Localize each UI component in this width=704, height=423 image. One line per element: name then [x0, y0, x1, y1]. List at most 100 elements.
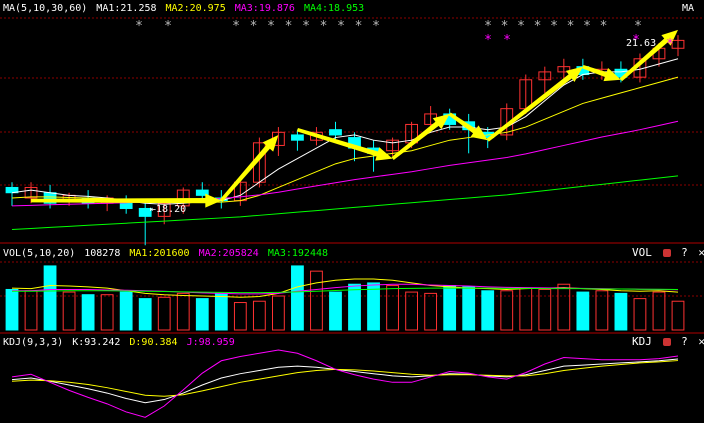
- high-price-label: 21.63: [626, 38, 657, 49]
- volume-bar: [424, 292, 438, 331]
- vol-toolbar: VOL ? ✕: [628, 246, 704, 259]
- trend-arrows: [31, 29, 679, 208]
- trend-arrow: [391, 113, 450, 160]
- volume-bar: [119, 291, 133, 331]
- volume-bar: [157, 296, 171, 331]
- star-marker: *: [503, 33, 511, 48]
- volume-bar: [576, 291, 590, 331]
- volume-bar: [176, 292, 190, 331]
- star-marker: *: [583, 19, 591, 34]
- star-marker: *: [550, 19, 558, 34]
- kdj-lines: [11, 349, 679, 418]
- volume-bar: [443, 285, 457, 331]
- k-value: K:93.242: [72, 337, 121, 348]
- volume-bar: [329, 291, 342, 331]
- volume-bar: [138, 298, 152, 331]
- trend-arrow: [619, 29, 679, 82]
- star-marker: *: [567, 19, 575, 34]
- star-marker: *: [164, 19, 172, 34]
- candle-body: [291, 134, 304, 141]
- volume-bar: [481, 290, 495, 331]
- star-marker: *: [517, 19, 525, 34]
- ma4-value: MA4:18.953: [303, 3, 365, 14]
- star-marker: *: [600, 19, 608, 34]
- star-marker: *: [285, 19, 293, 34]
- price-corner-label: MA: [681, 3, 694, 14]
- volume-bar: [671, 300, 685, 331]
- ma-indicator-label: MA(5,10,30,60): [3, 3, 88, 14]
- star-marker: *: [484, 33, 492, 48]
- arrow-shape: [391, 113, 450, 160]
- volume-bar: [405, 291, 418, 331]
- chart-canvas: * * * * * * * * * * * * * * * * * * * ** * * *: [0, 17, 704, 418]
- d-line: [11, 360, 679, 397]
- volume-bar: [500, 290, 514, 331]
- j-line: [11, 349, 679, 418]
- price-header: MA(5,10,30,60) MA1:21.258 MA2:20.975 MA3:19…: [3, 3, 373, 14]
- ma2-value: MA2:20.975: [165, 3, 226, 14]
- volume-bar: [386, 285, 399, 331]
- vol-value: 108278: [84, 248, 121, 259]
- volume-bar: [633, 298, 647, 331]
- volume-bar: [614, 292, 628, 331]
- low-price-label: ⇤18.20: [150, 204, 187, 215]
- trend-arrow: [486, 66, 583, 142]
- star-marker: *: [302, 19, 310, 34]
- ma1-value: MA1:21.258: [96, 3, 157, 14]
- vol-close-button[interactable]: ✕: [698, 246, 704, 259]
- volume-bar: [43, 265, 57, 331]
- volume-bar: [272, 295, 285, 331]
- star-marker: *: [337, 19, 345, 34]
- arrow-shape: [486, 66, 583, 142]
- star-marker: *: [372, 19, 380, 34]
- volume-bar: [62, 291, 76, 331]
- volume-bar: [652, 291, 666, 331]
- ma-line-ma3: [11, 120, 679, 207]
- volume-bar: [24, 290, 38, 331]
- volume-bar: [195, 298, 209, 331]
- gear-icon[interactable]: [662, 338, 671, 346]
- kdj-close-button[interactable]: ✕: [698, 335, 704, 348]
- trend-arrow: [219, 134, 279, 202]
- volume-bar: [557, 283, 571, 331]
- star-marker: *: [634, 19, 642, 34]
- star-marker: *: [267, 19, 275, 34]
- kdj-toolbar: KDJ ? ✕: [628, 335, 704, 348]
- star-marker: *: [534, 19, 542, 34]
- star-marker: *: [666, 37, 674, 52]
- gear-icon[interactable]: [662, 249, 671, 257]
- volume-bar: [81, 294, 95, 331]
- vol-help-button[interactable]: ?: [681, 246, 688, 259]
- vol-header: VOL(5,10,20) 108278 MA1:201600 MA2:205824 MA…: [3, 248, 337, 259]
- candle-body: [329, 129, 342, 136]
- star-marker: *: [355, 19, 363, 34]
- volume-bar: [5, 288, 19, 331]
- arrow-shape: [296, 127, 393, 161]
- vol-ma1-value: MA1:201600: [129, 248, 190, 259]
- volume-bar: [519, 287, 533, 331]
- volume-bar: [100, 294, 114, 331]
- star-marker: *: [135, 19, 143, 34]
- trend-arrow: [296, 127, 393, 161]
- volume-bar: [214, 292, 228, 331]
- vol-indicator-label: VOL(5,10,20): [3, 248, 76, 259]
- d-value: D:90.384: [129, 337, 178, 348]
- arrow-shape: [619, 29, 679, 82]
- arrow-shape: [219, 134, 279, 202]
- vol-ma2-value: MA2:205824: [198, 248, 259, 259]
- vol-corner-label: VOL: [632, 246, 652, 259]
- star-marker: *: [232, 19, 240, 34]
- volume-bar: [252, 300, 266, 331]
- volume-bar: [595, 290, 609, 331]
- kdj-help-button[interactable]: ?: [681, 335, 688, 348]
- kdj-indicator-label: KDJ(9,3,3): [3, 337, 64, 348]
- low-price-value: 18.20: [156, 204, 187, 215]
- ma-line-ma2: [11, 76, 679, 203]
- kdj-header: KDJ(9,3,3) K:93.242 D:90.384 J:98.959: [3, 337, 244, 348]
- volume-bar: [291, 265, 304, 331]
- star-marker: *: [320, 19, 328, 34]
- star-marker: *: [484, 19, 492, 34]
- kdj-corner-label: KDJ: [632, 335, 652, 348]
- volume-bar: [310, 270, 323, 331]
- star-marker: *: [250, 19, 258, 34]
